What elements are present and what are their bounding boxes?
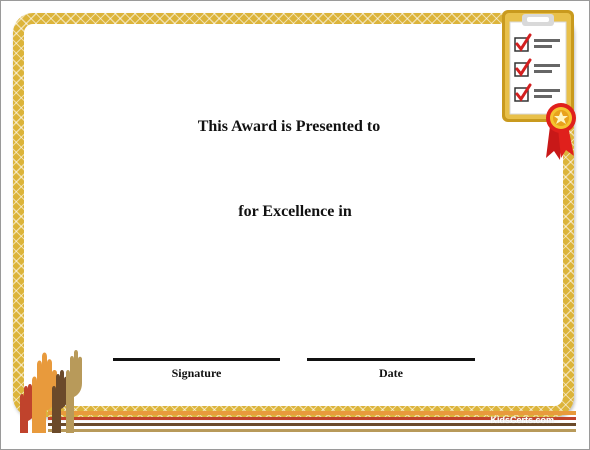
signature-line <box>113 358 280 361</box>
clipboard-checklist-icon <box>494 8 584 173</box>
excellence-heading: for Excellence in <box>238 203 352 220</box>
date-line <box>307 358 475 361</box>
raised-hands-icon <box>10 345 90 440</box>
signature-label: Signature <box>171 366 222 380</box>
bottom-stripe-tan <box>48 429 576 432</box>
date-label: Date <box>379 366 403 380</box>
award-ribbon-icon <box>546 103 576 160</box>
watermark-text: KidsCerts.com <box>490 415 554 425</box>
